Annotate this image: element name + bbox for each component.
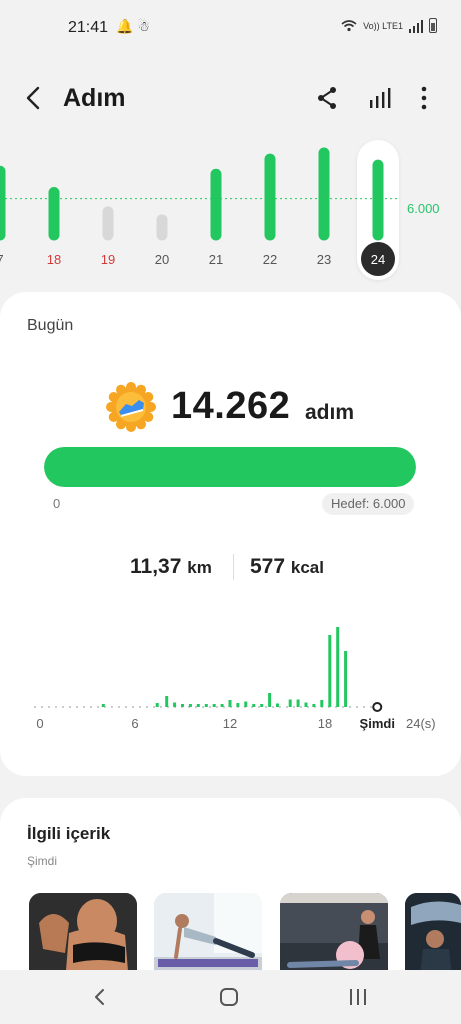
hourly-tick-label: Şimdi — [360, 716, 395, 731]
battery-icon — [429, 18, 437, 33]
day-label: 20 — [155, 252, 169, 267]
today-card: Bugün 14.262 adım 0 Hedef: 6.000 11,37 k… — [0, 292, 461, 776]
hourly-tick-label: 6 — [131, 716, 138, 731]
system-nav-bar — [0, 970, 461, 1024]
day-label: 7 — [0, 252, 4, 267]
hourly-tick-label: 12 — [223, 716, 237, 731]
steps-progress-bar — [44, 447, 416, 487]
steps-count: 14.262 — [171, 385, 291, 427]
hourly-tick-label: 0 — [36, 716, 43, 731]
stat-divider — [233, 554, 234, 580]
share-button[interactable] — [313, 84, 341, 112]
notification-icons: 🔔 ☃ — [116, 18, 150, 34]
day-label: 22 — [263, 252, 277, 267]
more-vert-icon — [421, 86, 427, 110]
share-icon — [318, 87, 336, 109]
more-options-button[interactable] — [410, 84, 438, 112]
bar-chart-icon — [370, 88, 391, 108]
steps-unit: adım — [305, 401, 355, 424]
day-label: 24 — [371, 252, 385, 267]
day-label: 21 — [209, 252, 223, 267]
today-label: Bugün — [27, 317, 74, 334]
goal-badge: Hedef: 6.000 — [322, 493, 415, 515]
distance-unit: km — [187, 558, 212, 577]
hourly-tick-label: 24(s) — [406, 716, 436, 731]
nav-back-button[interactable] — [86, 984, 116, 1010]
app-bar: Adım — [0, 70, 461, 126]
related-title: İlgili içerik — [27, 824, 111, 843]
calories-value: 577 — [250, 555, 286, 578]
distance-stat: 11,37 km — [130, 555, 212, 579]
hourly-tick-label: 18 — [318, 716, 332, 731]
page-title: Adım — [63, 84, 126, 112]
status-time: 21:41 — [68, 19, 109, 36]
nav-home-icon — [220, 988, 238, 1006]
running-shoe-badge-icon — [106, 382, 156, 432]
status-bar: 21:41 🔔 ☃ Vo)) LTE1 — [0, 0, 461, 56]
network-label: Vo)) LTE1 — [363, 20, 403, 31]
calories-stat: 577 kcal — [250, 555, 324, 579]
status-right: Vo)) LTE1 — [341, 18, 437, 33]
now-marker — [372, 702, 383, 712]
day-label: 18 — [47, 252, 61, 267]
signal-icon — [409, 19, 423, 33]
weekly-steps-chart: 7 18 19 20 21 22 23 24 — [0, 147, 400, 276]
day-label: 19 — [101, 252, 115, 267]
nav-home-button[interactable] — [214, 984, 244, 1010]
chevron-left-icon — [26, 86, 40, 110]
nav-back-icon — [95, 989, 104, 1005]
goal-line-label: 6.000 — [407, 201, 440, 216]
stats-button[interactable] — [366, 84, 394, 112]
wifi-icon — [341, 19, 357, 31]
day-label: 23 — [317, 252, 331, 267]
back-button[interactable] — [20, 84, 48, 112]
progress-start-label: 0 — [53, 496, 61, 511]
related-subtitle: Şimdi — [27, 854, 58, 868]
weekly-steps-strip: 7 18 19 20 21 22 23 24 6.000 — [0, 140, 461, 285]
steps-progress-fill — [44, 447, 416, 487]
nav-recents-button[interactable] — [343, 984, 373, 1010]
distance-value: 11,37 — [130, 555, 182, 578]
nav-recents-icon — [350, 989, 366, 1005]
hourly-steps-chart: 0 6 12 18 Şimdi 24(s) — [34, 627, 436, 731]
calories-unit: kcal — [290, 558, 324, 577]
